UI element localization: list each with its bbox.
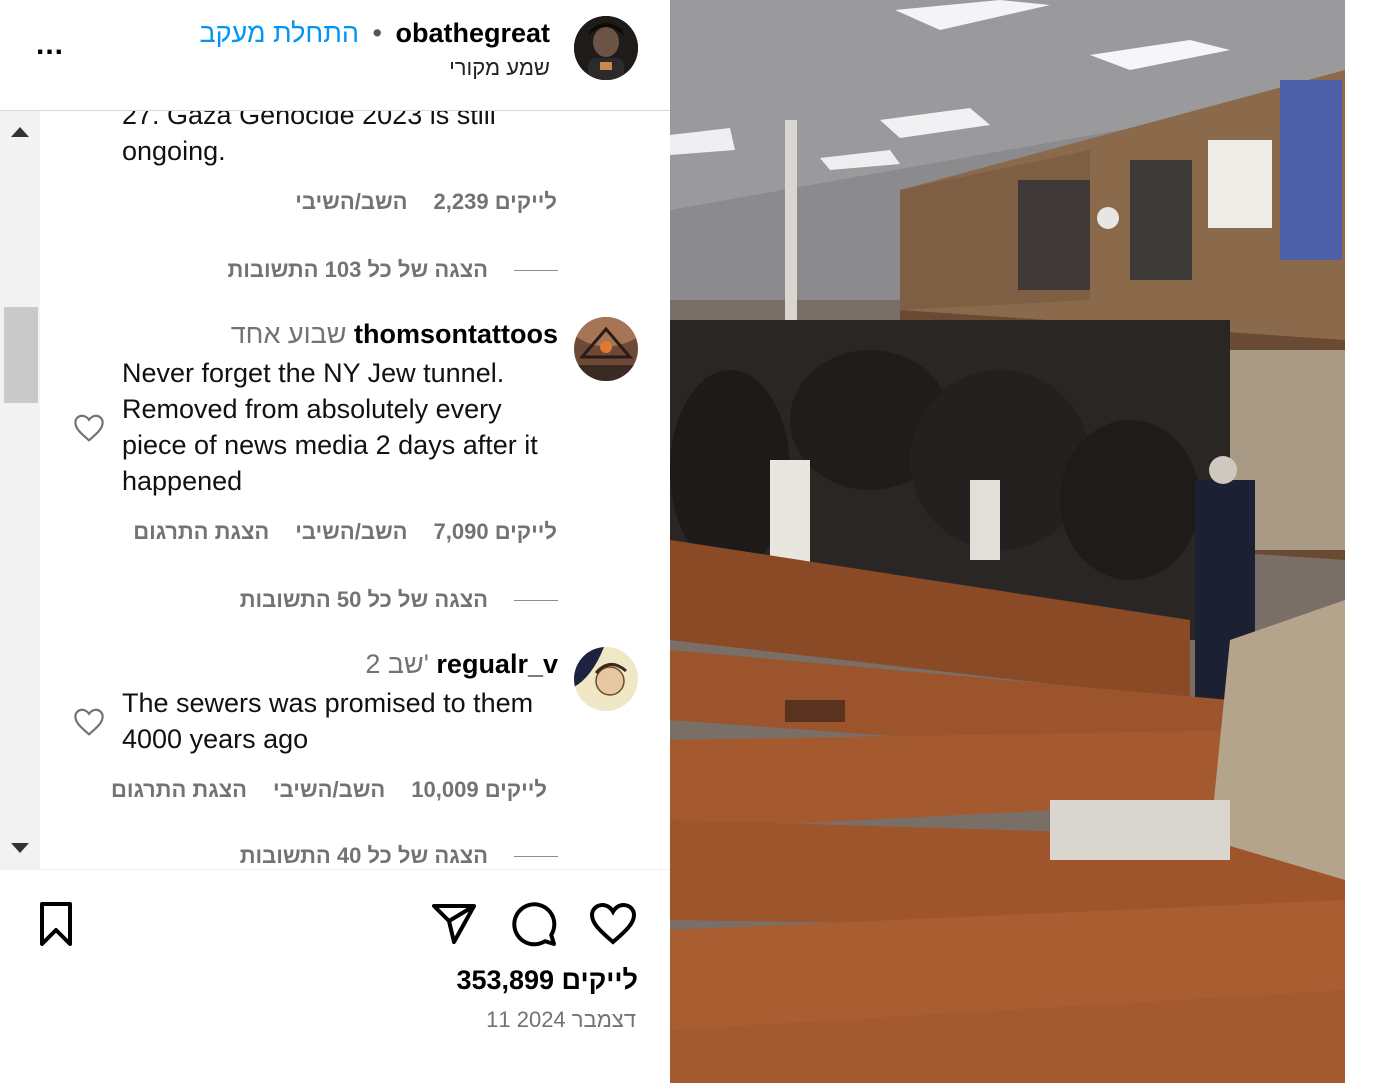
- view-replies-label: הצגה של כל 50 התשובות: [239, 587, 488, 612]
- comment-actions: 7,090 לייקים השב/השיבי הצגת התרגום: [133, 519, 557, 545]
- comment-text: The sewers was promised to them 4000 yea…: [122, 688, 534, 754]
- comment-like-heart-icon[interactable]: [72, 413, 106, 443]
- view-replies-button[interactable]: הצגה של כל 103 התשובות: [227, 257, 558, 283]
- comment-time: שבוע אחד: [230, 319, 347, 349]
- comments-scrollbar[interactable]: [0, 111, 40, 869]
- view-replies-label: הצגה של כל 103 התשובות: [227, 257, 488, 282]
- author-avatar[interactable]: [574, 16, 638, 80]
- post-header: ... התחלת מעקב • obathegreat שמע מקורי: [0, 0, 670, 111]
- commenter-username[interactable]: regualr_v: [436, 649, 558, 679]
- separator-dot: •: [372, 18, 382, 48]
- post-author-username[interactable]: obathegreat: [395, 18, 550, 48]
- translate-button[interactable]: הצגת התרגום: [133, 519, 269, 545]
- commenter-username[interactable]: thomsontattoos: [354, 319, 558, 349]
- view-replies-button[interactable]: הצגה של כל 40 התשובות: [240, 843, 558, 869]
- comment-actions: 2,239 לייקים השב/השיבי: [295, 189, 557, 215]
- comment-like-heart-icon[interactable]: [72, 707, 106, 737]
- reply-button[interactable]: השב/השיבי: [295, 189, 407, 215]
- replies-divider: [514, 855, 558, 857]
- comments-list[interactable]: 27. Gaza Genocide 2023 is still ongoing.…: [0, 111, 670, 869]
- header-title-line: התחלת מעקב • obathegreat: [199, 18, 550, 49]
- comment-time: 2 שב': [365, 649, 429, 679]
- post-date: 11 דצמבר 2024: [486, 1007, 636, 1032]
- post-actions-bar: 353,899 לייקים 11 דצמבר 2024: [0, 869, 670, 1083]
- comment-icon[interactable]: [510, 900, 558, 948]
- replies-divider: [514, 599, 558, 601]
- comment-header: 2 שב' regualr_v: [359, 649, 558, 680]
- page-margin: [1345, 0, 1400, 1083]
- share-send-icon[interactable]: [430, 900, 478, 948]
- comment-likes-count[interactable]: 2,239 לייקים: [434, 189, 557, 215]
- reply-button[interactable]: השב/השיבי: [273, 777, 385, 803]
- video-frame-image: [670, 0, 1345, 1083]
- view-replies-button[interactable]: הצגה של כל 50 התשובות: [240, 587, 558, 613]
- view-replies-label: הצגה של כל 40 התשובות: [239, 843, 488, 868]
- post-likes-count[interactable]: 353,899 לייקים: [456, 965, 638, 996]
- original-audio-link[interactable]: שמע מקורי: [449, 55, 550, 81]
- comment-text: 27. Gaza Genocide 2023 is still ongoing.: [122, 111, 496, 166]
- comment-actions: 10,009 לייקים השב/השיבי הצגת התרגום: [111, 777, 547, 803]
- translate-button[interactable]: הצגת התרגום: [111, 777, 247, 803]
- comment-likes-count[interactable]: 10,009 לייקים: [411, 777, 547, 803]
- post-video[interactable]: [670, 0, 1345, 1083]
- scroll-up-arrow-icon[interactable]: [11, 127, 29, 137]
- more-options-button[interactable]: ...: [36, 30, 76, 60]
- commenter-avatar[interactable]: [574, 317, 638, 381]
- scroll-down-arrow-icon[interactable]: [11, 843, 29, 853]
- bookmark-icon[interactable]: [32, 900, 80, 948]
- follow-button[interactable]: התחלת מעקב: [199, 18, 359, 48]
- like-heart-icon[interactable]: [589, 900, 637, 948]
- post-sidebar: ... התחלת מעקב • obathegreat שמע מקורי 2…: [0, 0, 670, 1083]
- replies-divider: [514, 269, 558, 271]
- comment-likes-count[interactable]: 7,090 לייקים: [434, 519, 557, 545]
- comment-header: שבוע אחד thomsontattoos: [225, 319, 558, 350]
- reply-button[interactable]: השב/השיבי: [295, 519, 407, 545]
- scrollbar-thumb[interactable]: [4, 307, 38, 403]
- comment-text: Never forget the NY Jew tunnel. Removed …: [122, 358, 538, 496]
- commenter-avatar[interactable]: [574, 647, 638, 711]
